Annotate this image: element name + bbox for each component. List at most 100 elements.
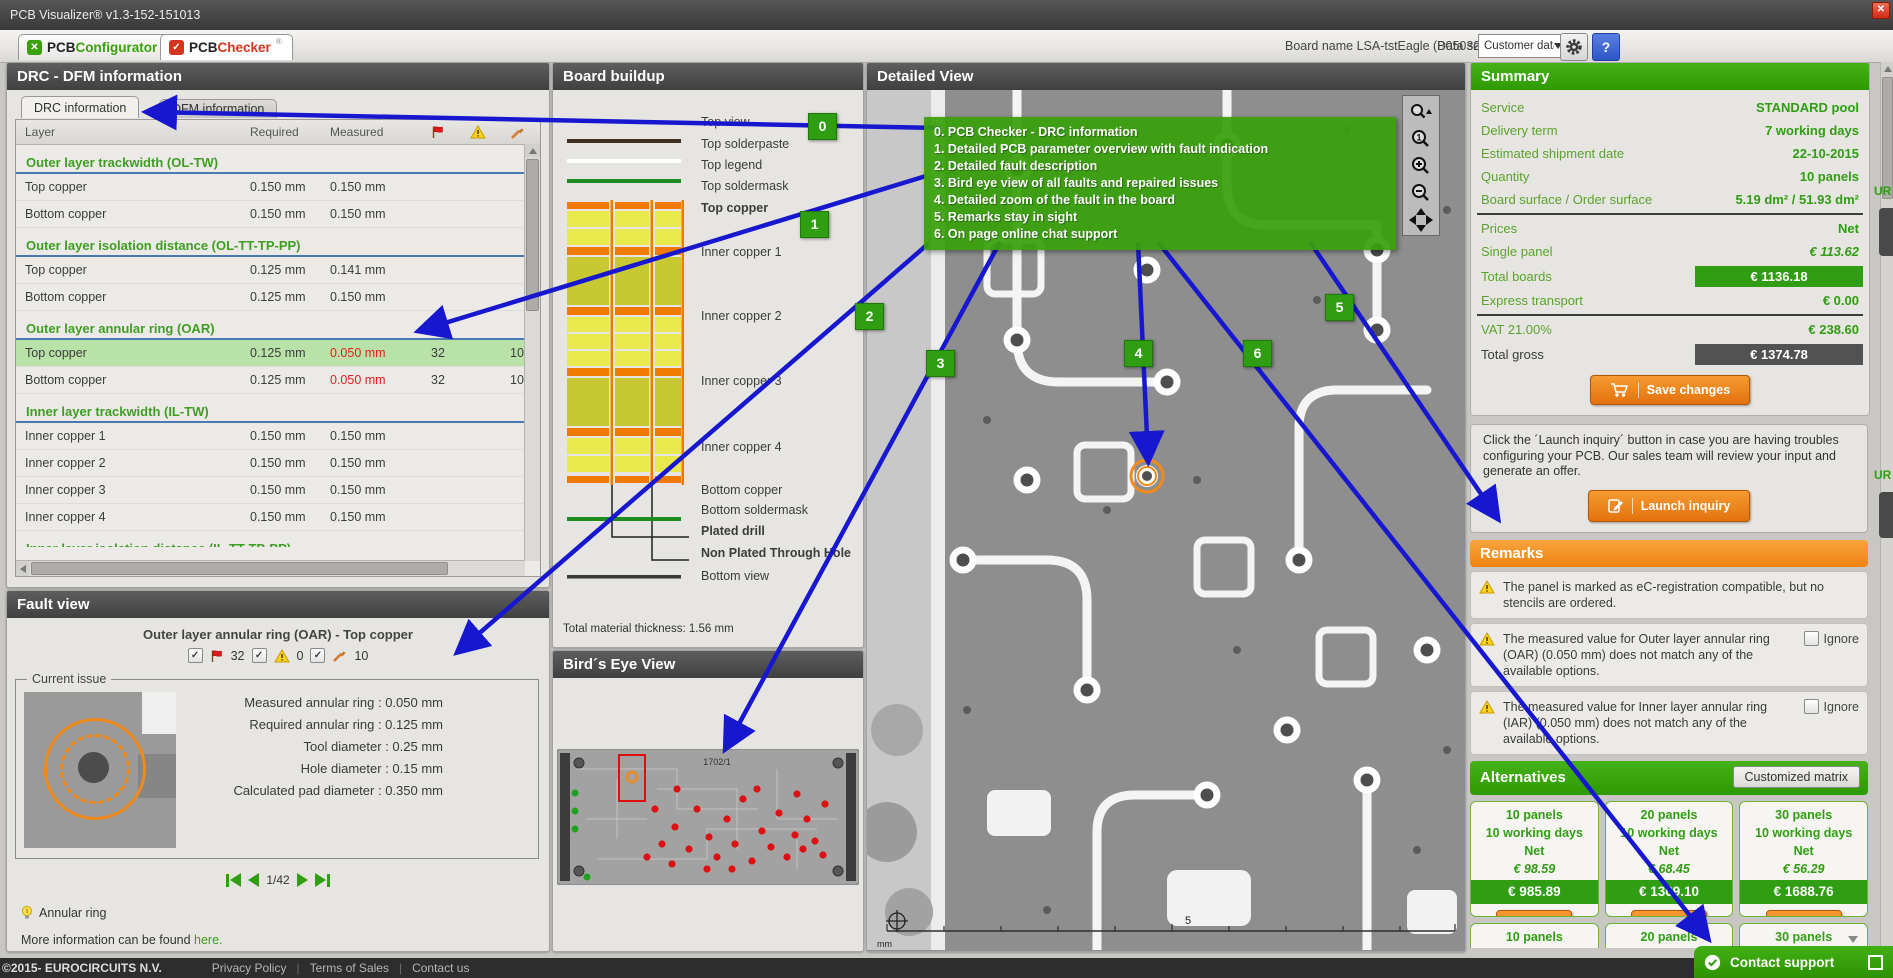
ignore-control: Ignore: [1804, 699, 1859, 747]
help-button[interactable]: ?: [1592, 33, 1620, 61]
layer-label: Inner copper 4: [701, 440, 782, 454]
flag-icon: [418, 125, 458, 139]
table-row-selected[interactable]: Top copper0.125 mm0.050 mm3210: [16, 340, 540, 367]
footer-link-terms[interactable]: Terms of Sales: [310, 961, 389, 975]
drc-section: Inner layer trackwidth (IL-TW): [16, 394, 540, 423]
layer-label: Top legend: [701, 158, 762, 172]
minimize-chat-icon[interactable]: [1868, 955, 1883, 970]
table-row[interactable]: Bottom copper0.150 mm0.150 mm: [16, 201, 540, 228]
remarks-title: Remarks: [1470, 540, 1868, 567]
table-row[interactable]: Top copper0.125 mm0.141 mm: [16, 257, 540, 284]
zoom-out-button[interactable]: [1406, 179, 1436, 206]
birds-eye-panel: Bird´s Eye View 1702/1: [552, 650, 864, 952]
feature-tooltip: 0. PCB Checker - DRC information 1. Deta…: [924, 117, 1396, 250]
summary-row: VAT 21.00%€ 238.60: [1471, 318, 1869, 341]
pan-control[interactable]: [1406, 206, 1436, 233]
footer-link-privacy[interactable]: Privacy Policy: [212, 961, 287, 975]
tab-pcb-checker[interactable]: ✓ PCBChecker ®: [160, 34, 293, 60]
save-changes-button[interactable]: Save changes: [1590, 375, 1750, 405]
warning-icon: [1479, 632, 1495, 646]
settings-button[interactable]: [1560, 33, 1588, 61]
warning-icon: [274, 649, 290, 663]
birds-eye-title: Bird´s Eye View: [553, 651, 863, 678]
first-page-button[interactable]: [226, 873, 241, 887]
tab-dfm-information[interactable]: DFM information: [159, 99, 277, 118]
current-issue-box: Current issue Measured annular ring : 0.…: [15, 679, 539, 859]
ignore-checkbox[interactable]: [1804, 699, 1819, 714]
col-measured: Measured: [330, 125, 418, 139]
scroll-up-button[interactable]: [525, 144, 540, 157]
repair-filter-checkbox[interactable]: ✓: [310, 648, 325, 663]
divider: |: [399, 961, 402, 975]
tab-drc-information[interactable]: DRC information: [21, 96, 139, 118]
scroll-up-button[interactable]: [1881, 62, 1893, 75]
card-total: € 1688.76: [1740, 880, 1867, 904]
table-row[interactable]: Bottom copper0.125 mm0.050 mm3210: [16, 367, 540, 394]
zoom-in-button[interactable]: [1406, 152, 1436, 179]
layer-label: Plated drill: [701, 524, 765, 538]
last-page-button[interactable]: [315, 873, 330, 887]
birds-eye-board[interactable]: 1702/1: [557, 749, 859, 885]
scroll-left-button[interactable]: [16, 561, 29, 576]
drc-table-header: Layer Required Measured: [16, 120, 540, 145]
next-page-button[interactable]: [297, 873, 308, 887]
window-title: PCB Visualizer® v1.3-152-151013: [10, 8, 200, 22]
contact-support-bar[interactable]: Contact support: [1694, 946, 1893, 978]
flag-filter-checkbox[interactable]: ✓: [188, 648, 203, 663]
current-issue-label: Current issue: [27, 672, 111, 686]
pencil-icon: [1608, 498, 1624, 514]
table-row[interactable]: Inner copper 40.150 mm0.150 mm: [16, 504, 540, 531]
table-row[interactable]: Inner copper 20.150 mm0.150 mm: [16, 450, 540, 477]
divider: |: [296, 961, 299, 975]
annotation-badge-3: 3: [926, 350, 955, 377]
drc-table-body: Outer layer trackwidth (OL-TW) Top coppe…: [16, 145, 540, 547]
close-button[interactable]: ✕: [1872, 2, 1890, 19]
customized-matrix-button[interactable]: Customized matrix: [1733, 766, 1861, 788]
alternative-card: 20 panels10 working daysNet€ 68.45 € 136…: [1605, 801, 1734, 917]
table-row[interactable]: Top copper0.150 mm0.150 mm: [16, 174, 540, 201]
checker-icon: ✓: [169, 40, 184, 55]
layer-label: Top copper: [701, 201, 768, 215]
chat-check-icon: [1704, 954, 1721, 971]
summary-row-total-gross: Total gross€ 1374.78: [1471, 341, 1869, 367]
alternatives-header: Alternatives Customized matrix: [1470, 761, 1868, 795]
table-row[interactable]: Bottom copper0.125 mm0.150 mm: [16, 284, 540, 311]
select-button[interactable]: Select: [1496, 910, 1572, 917]
select-button[interactable]: Select: [1631, 910, 1707, 917]
tab-pcb-configurator[interactable]: ✕ PCBConfigurator ®: [18, 34, 179, 60]
stackup-graphic: [561, 137, 693, 607]
clipped-side-tab[interactable]: [1879, 208, 1893, 256]
warning-count: 0: [297, 649, 304, 663]
drc-section: Inner layer isolation distance (IL-TT-TP…: [16, 531, 540, 547]
drc-horizontal-scrollbar[interactable]: [16, 560, 525, 576]
launch-inquiry-button[interactable]: Launch inquiry: [1588, 490, 1750, 522]
more-info-link[interactable]: here.: [194, 933, 223, 947]
warning-icon: [1479, 580, 1495, 594]
zoom-100-button[interactable]: 1: [1406, 125, 1436, 152]
page-indicator: 1/42: [266, 873, 289, 887]
cart-icon: [1610, 382, 1630, 398]
ruler-unit: mm: [877, 939, 892, 949]
clipped-side-tab[interactable]: [1879, 492, 1893, 538]
table-row[interactable]: Inner copper 10.150 mm0.150 mm: [16, 423, 540, 450]
more-info-row: More information can be found here.: [21, 933, 549, 947]
configurator-icon: ✕: [27, 40, 42, 55]
table-row[interactable]: Inner copper 30.150 mm0.150 mm: [16, 477, 540, 504]
footer-link-contact[interactable]: Contact us: [412, 961, 469, 975]
summary-title: Summary: [1471, 63, 1869, 90]
drc-section: Outer layer trackwidth (OL-TW): [16, 145, 540, 174]
scroll-more-indicator[interactable]: [1848, 936, 1858, 943]
prev-page-button[interactable]: [248, 873, 259, 887]
layer-label: Inner copper 3: [701, 374, 782, 388]
zoom-mode-button[interactable]: [1406, 98, 1436, 125]
summary-row: Quantity10 panels: [1471, 165, 1869, 188]
layer-label: Inner copper 1: [701, 245, 782, 259]
tab-brand: PCBConfigurator: [47, 40, 157, 55]
warning-icon: [458, 125, 498, 139]
drc-vertical-scrollbar[interactable]: [524, 144, 540, 561]
warning-filter-checkbox[interactable]: ✓: [252, 648, 267, 663]
select-button[interactable]: Select: [1766, 910, 1842, 917]
layer-label: Bottom soldermask: [701, 503, 808, 517]
dataset-select[interactable]: Customer data: [1478, 34, 1568, 58]
ignore-checkbox[interactable]: [1804, 631, 1819, 646]
